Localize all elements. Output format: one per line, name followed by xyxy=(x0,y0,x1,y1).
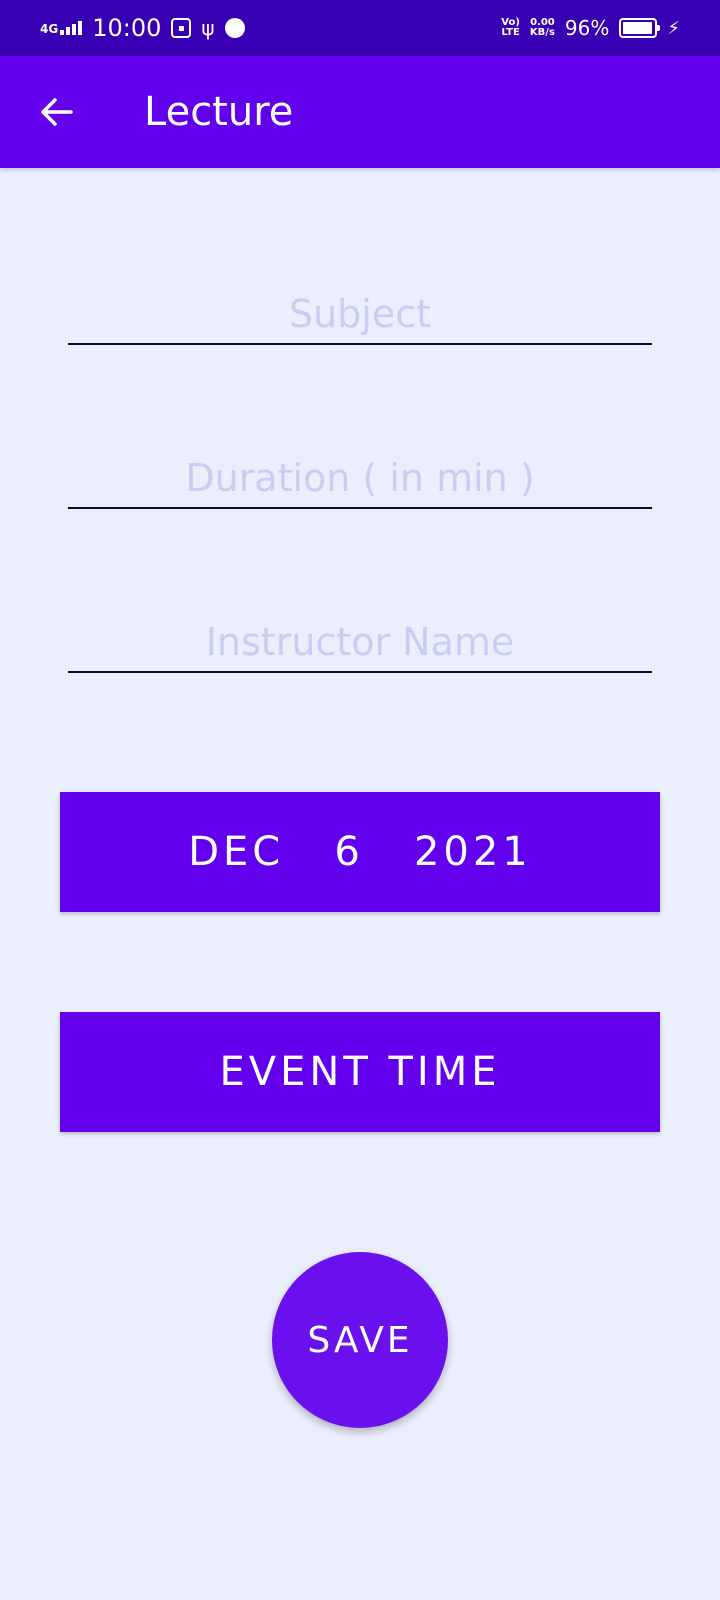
duration-field[interactable] xyxy=(68,449,652,509)
battery-percent: 96% xyxy=(564,16,610,40)
clock: 10:00 xyxy=(92,14,162,42)
battery-fill xyxy=(623,22,653,34)
app-bar: Lecture xyxy=(0,56,720,168)
network-type: 4G xyxy=(40,22,59,36)
leaf-icon xyxy=(224,18,245,38)
date-button[interactable]: DEC 6 2021 xyxy=(60,792,660,912)
network-indicator: 4G xyxy=(40,21,83,36)
status-bar: 4G 10:00 ▪ ψ Vo) LTE 0.00 KB/s 96% ⚡ xyxy=(0,0,720,56)
duration-input[interactable] xyxy=(68,449,652,507)
status-right: Vo) LTE 0.00 KB/s 96% ⚡ xyxy=(501,16,680,40)
page-title: Lecture xyxy=(144,89,294,135)
back-button[interactable] xyxy=(28,84,84,140)
notification-icon: ▪ xyxy=(171,18,192,38)
speed-unit: KB/s xyxy=(529,27,555,38)
charging-icon: ⚡ xyxy=(667,17,680,39)
event-time-button[interactable]: EVENT TIME xyxy=(60,1012,660,1132)
instructor-field[interactable] xyxy=(68,613,652,673)
subject-input[interactable] xyxy=(68,285,652,343)
usb-icon: ψ xyxy=(201,16,215,40)
arrow-back-icon xyxy=(41,98,73,126)
save-button[interactable]: SAVE xyxy=(272,1252,448,1428)
instructor-input[interactable] xyxy=(68,613,652,671)
volte-indicator: Vo) LTE xyxy=(501,18,520,38)
signal-icon xyxy=(60,21,83,35)
network-speed: 0.00 KB/s xyxy=(530,18,555,38)
status-left: 4G 10:00 ▪ ψ xyxy=(40,14,245,42)
battery-icon xyxy=(619,18,661,38)
lte-label: LTE xyxy=(501,27,520,38)
subject-field[interactable] xyxy=(68,285,652,345)
